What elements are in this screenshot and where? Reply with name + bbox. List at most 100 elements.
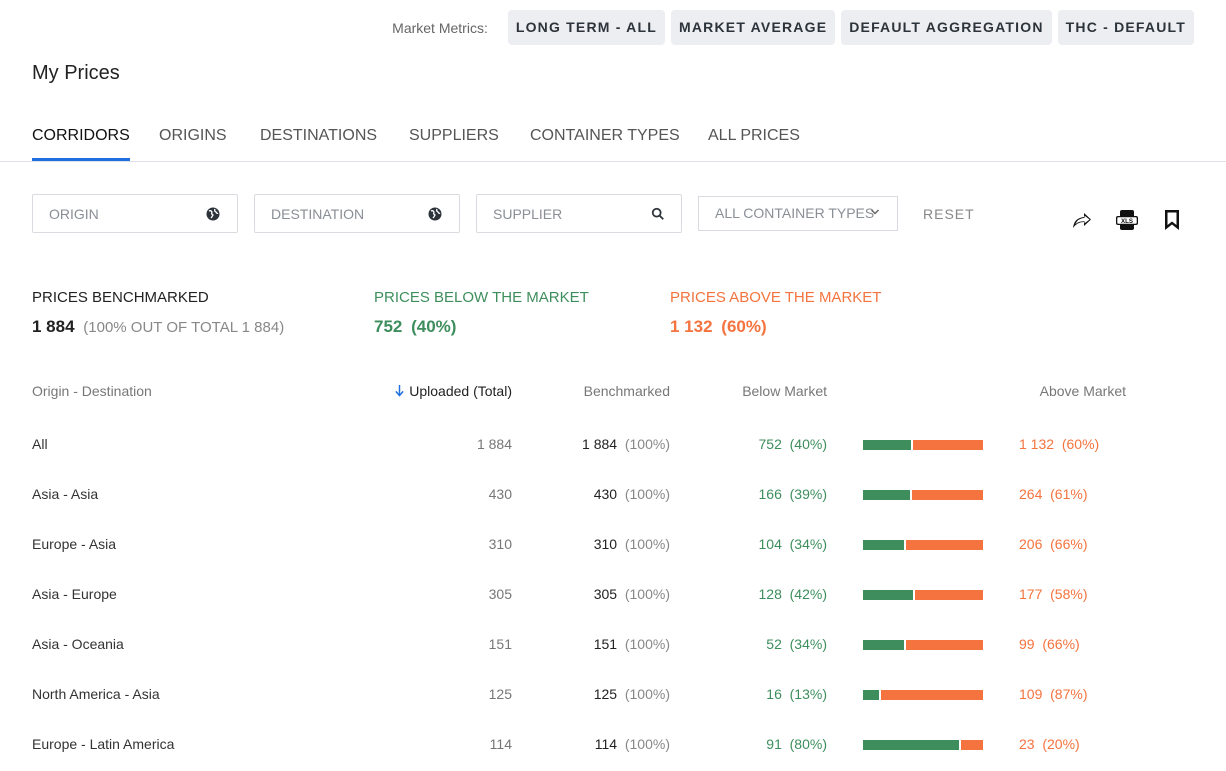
bar-above-segment bbox=[905, 540, 983, 550]
row-benchmarked-count: 310 bbox=[593, 536, 618, 552]
row-below-pct: (42%) bbox=[789, 586, 827, 602]
header-uploaded[interactable]: Uploaded (Total) bbox=[394, 383, 512, 399]
table-row[interactable]: Asia - Asia 430 430 (100%) 166 (39%) 264… bbox=[0, 486, 1226, 510]
row-benchmarked-count: 125 bbox=[593, 686, 618, 702]
table-row[interactable]: Europe - Latin America 114 114 (100%) 91… bbox=[0, 736, 1226, 760]
row-distribution-bar bbox=[863, 690, 983, 700]
tab-destinations[interactable]: DESTINATIONS bbox=[260, 127, 377, 161]
table-row[interactable]: Asia - Europe 305 305 (100%) 128 (42%) 1… bbox=[0, 586, 1226, 610]
arrow-down-icon bbox=[395, 385, 404, 397]
row-benchmarked-pct: (100%) bbox=[624, 436, 670, 452]
row-below-count: 752 bbox=[758, 436, 782, 452]
row-below-pct: (39%) bbox=[789, 486, 827, 502]
above-market-count: 1 132 bbox=[670, 317, 713, 336]
bar-below-segment bbox=[863, 590, 914, 600]
bar-above-segment bbox=[880, 690, 983, 700]
row-below: 16 (13%) bbox=[766, 686, 827, 702]
row-distribution-bar bbox=[863, 640, 983, 650]
origin-filter bbox=[32, 194, 238, 233]
row-benchmarked-pct: (100%) bbox=[624, 636, 670, 652]
header-below-market[interactable]: Below Market bbox=[742, 383, 827, 399]
bar-below-segment bbox=[863, 640, 904, 650]
table-row[interactable]: North America - Asia 125 125 (100%) 16 (… bbox=[0, 686, 1226, 710]
tab-all-prices[interactable]: ALL PRICES bbox=[708, 127, 800, 161]
row-below: 752 (40%) bbox=[759, 436, 828, 452]
metric-chip-average[interactable]: MARKET AVERAGE bbox=[670, 10, 836, 45]
row-benchmarked-pct: (100%) bbox=[624, 686, 670, 702]
row-below-pct: (34%) bbox=[789, 636, 827, 652]
market-metrics-label: Market Metrics: bbox=[392, 19, 488, 36]
row-benchmarked: 125 (100%) bbox=[594, 686, 670, 702]
row-below: 91 (80%) bbox=[766, 736, 827, 752]
page-title: My Prices bbox=[32, 62, 120, 84]
row-above-count: 264 bbox=[1019, 486, 1043, 502]
row-origin-destination: Asia - Asia bbox=[32, 486, 99, 502]
bookmark-icon[interactable] bbox=[1160, 208, 1184, 232]
table-row[interactable]: All 1 884 1 884 (100%) 752 (40%) 1 132 (… bbox=[0, 436, 1226, 460]
metric-chip-term[interactable]: LONG TERM - ALL bbox=[507, 10, 665, 45]
metric-chip-thc[interactable]: THC - DEFAULT bbox=[1057, 10, 1194, 45]
share-icon[interactable] bbox=[1070, 208, 1094, 232]
container-type-value: ALL CONTAINER TYPES bbox=[715, 205, 875, 221]
benchmarked-count: 1 884 bbox=[32, 317, 75, 336]
row-benchmarked: 430 (100%) bbox=[594, 486, 670, 502]
row-below-count: 91 bbox=[766, 736, 782, 752]
row-benchmarked: 114 (100%) bbox=[595, 736, 670, 752]
row-below: 128 (42%) bbox=[759, 586, 828, 602]
bar-below-segment bbox=[863, 440, 911, 450]
below-market-label: PRICES BELOW THE MARKET bbox=[374, 289, 589, 306]
row-below-count: 104 bbox=[758, 536, 782, 552]
row-distribution-bar bbox=[863, 590, 983, 600]
bar-above-segment bbox=[913, 440, 983, 450]
row-below-pct: (80%) bbox=[789, 736, 827, 752]
bar-below-segment bbox=[863, 490, 910, 500]
supplier-filter bbox=[476, 194, 682, 233]
row-above-count: 1 132 bbox=[1019, 436, 1055, 452]
row-below-count: 166 bbox=[758, 486, 782, 502]
row-benchmarked-count: 151 bbox=[593, 636, 618, 652]
bar-below-segment bbox=[863, 540, 904, 550]
row-above-pct: (87%) bbox=[1050, 686, 1088, 702]
search-icon bbox=[651, 207, 664, 220]
tab-container-types[interactable]: CONTAINER TYPES bbox=[530, 127, 680, 161]
bar-above-segment bbox=[915, 590, 983, 600]
benchmarked-label: PRICES BENCHMARKED bbox=[32, 289, 209, 306]
row-benchmarked: 1 884 (100%) bbox=[582, 436, 670, 452]
row-above-count: 23 bbox=[1019, 736, 1035, 752]
tab-origins[interactable]: ORIGINS bbox=[159, 127, 227, 161]
header-uploaded-label: Uploaded (Total) bbox=[409, 383, 512, 399]
benchmarked-sub: (100% OUT OF TOTAL 1 884) bbox=[83, 319, 285, 336]
chevron-down-icon bbox=[870, 209, 880, 215]
row-above: 99 (66%) bbox=[1019, 636, 1080, 652]
row-below: 52 (34%) bbox=[766, 636, 827, 652]
row-below-pct: (40%) bbox=[789, 436, 827, 452]
bar-below-segment bbox=[863, 740, 959, 750]
row-above-count: 177 bbox=[1019, 586, 1043, 602]
tab-suppliers[interactable]: SUPPLIERS bbox=[409, 127, 499, 161]
tab-corridors[interactable]: CORRIDORS bbox=[32, 127, 130, 161]
market-metrics: Market Metrics: LONG TERM - ALL MARKET A… bbox=[392, 10, 1194, 45]
svg-text:XLS: XLS bbox=[1121, 218, 1133, 225]
table-row[interactable]: Asia - Oceania 151 151 (100%) 52 (34%) 9… bbox=[0, 636, 1226, 660]
row-below-pct: (13%) bbox=[789, 686, 827, 702]
container-type-select[interactable]: ALL CONTAINER TYPES bbox=[698, 196, 898, 231]
header-origin-destination[interactable]: Origin - Destination bbox=[32, 383, 152, 399]
header-above-market[interactable]: Above Market bbox=[1040, 383, 1126, 399]
row-uploaded: 114 bbox=[489, 736, 512, 752]
row-above: 109 (87%) bbox=[1019, 686, 1088, 702]
row-above-pct: (61%) bbox=[1050, 486, 1088, 502]
row-below-count: 16 bbox=[766, 686, 782, 702]
row-uploaded: 430 bbox=[488, 486, 512, 502]
xls-export-icon[interactable]: XLS bbox=[1115, 208, 1139, 232]
row-benchmarked: 310 (100%) bbox=[594, 536, 670, 552]
row-origin-destination: Europe - Asia bbox=[32, 536, 117, 552]
table-row[interactable]: Europe - Asia 310 310 (100%) 104 (34%) 2… bbox=[0, 536, 1226, 560]
above-market-label: PRICES ABOVE THE MARKET bbox=[670, 289, 882, 306]
row-distribution-bar bbox=[863, 490, 983, 500]
row-below-count: 52 bbox=[766, 636, 782, 652]
row-benchmarked-pct: (100%) bbox=[624, 536, 670, 552]
metric-chip-aggregation[interactable]: DEFAULT AGGREGATION bbox=[841, 10, 1052, 45]
header-benchmarked[interactable]: Benchmarked bbox=[584, 383, 670, 399]
reset-button[interactable]: RESET bbox=[923, 206, 975, 222]
row-benchmarked-pct: (100%) bbox=[624, 486, 670, 502]
